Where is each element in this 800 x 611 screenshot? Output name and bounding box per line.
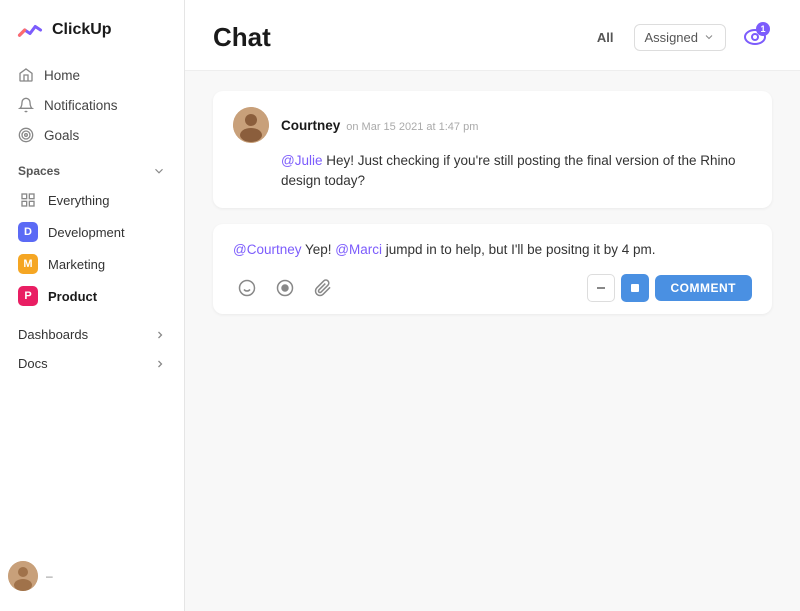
message-meta-1: Courtney on Mar 15 2021 at 1:47 pm bbox=[281, 118, 478, 133]
notification-count: 1 bbox=[756, 22, 770, 36]
chat-header: Chat All Assigned 1 bbox=[185, 0, 800, 71]
mention-julie: @Julie bbox=[281, 153, 322, 168]
sidebar-item-marketing[interactable]: M Marketing bbox=[8, 248, 176, 280]
record-button[interactable] bbox=[271, 274, 299, 302]
sidebar-item-development-label: Development bbox=[48, 225, 125, 240]
format-button-2[interactable] bbox=[621, 274, 649, 302]
record-icon bbox=[276, 279, 294, 297]
chat-area: Courtney on Mar 15 2021 at 1:47 pm @Juli… bbox=[185, 71, 800, 611]
message-timestamp-1: on Mar 15 2021 at 1:47 pm bbox=[346, 121, 478, 133]
logo-text: ClickUp bbox=[52, 21, 112, 39]
sidebar-item-everything-label: Everything bbox=[48, 193, 109, 208]
everything-icon bbox=[18, 190, 38, 210]
bell-icon bbox=[18, 97, 34, 113]
message-body-1: @Julie Hey! Just checking if you're stil… bbox=[281, 151, 752, 192]
sidebar-nav: Home Notifications Goals bbox=[0, 56, 184, 154]
reply-toolbar: COMMENT bbox=[233, 274, 752, 302]
attach-button[interactable] bbox=[309, 274, 337, 302]
emoji-button[interactable] bbox=[233, 274, 261, 302]
sidebar: ClickUp Home Notifications Goals Spaces … bbox=[0, 0, 185, 611]
reply-body: @Courtney Yep! @Marci jumpd in to help, … bbox=[233, 240, 752, 260]
development-icon: D bbox=[18, 222, 38, 242]
user-avatar bbox=[8, 561, 38, 591]
sidebar-item-everything[interactable]: Everything bbox=[8, 184, 176, 216]
main-content: Chat All Assigned 1 bbox=[185, 0, 800, 611]
filter-all-button[interactable]: All bbox=[589, 25, 622, 50]
courtney-avatar bbox=[233, 107, 269, 143]
spaces-header: Spaces bbox=[0, 154, 184, 184]
reply-text-2: jumpd in to help, but I'll be positng it… bbox=[386, 242, 656, 257]
mention-courtney: @Courtney bbox=[233, 242, 301, 257]
sidebar-item-product[interactable]: P Product bbox=[8, 280, 176, 312]
message-header-1: Courtney on Mar 15 2021 at 1:47 pm bbox=[233, 107, 752, 143]
sidebar-item-goals-label: Goals bbox=[44, 128, 79, 143]
user-menu-indicator: – bbox=[46, 569, 53, 583]
sidebar-item-marketing-label: Marketing bbox=[48, 257, 105, 272]
clickup-logo-icon bbox=[16, 16, 44, 44]
sidebar-item-dashboards[interactable]: Dashboards bbox=[8, 320, 176, 349]
toolbar-right: COMMENT bbox=[587, 274, 753, 302]
sidebar-item-docs[interactable]: Docs bbox=[8, 349, 176, 378]
sidebar-item-development[interactable]: D Development bbox=[8, 216, 176, 248]
dashboards-chevron-icon bbox=[154, 329, 166, 341]
sidebar-item-goals[interactable]: Goals bbox=[8, 120, 176, 150]
comment-button[interactable]: COMMENT bbox=[655, 275, 753, 301]
chevron-icon bbox=[152, 164, 166, 178]
docs-label: Docs bbox=[18, 356, 48, 371]
chat-header-controls: All Assigned 1 bbox=[589, 20, 772, 54]
paperclip-icon bbox=[314, 279, 332, 297]
spaces-label: Spaces bbox=[18, 164, 60, 178]
target-icon bbox=[18, 127, 34, 143]
emoji-icon bbox=[238, 279, 256, 297]
block-icon bbox=[630, 283, 640, 293]
filter-assigned-label: Assigned bbox=[645, 30, 698, 45]
sidebar-item-home[interactable]: Home bbox=[8, 60, 176, 90]
dashboards-label: Dashboards bbox=[18, 327, 88, 342]
sidebar-user[interactable]: – bbox=[0, 553, 184, 599]
chat-message-1: Courtney on Mar 15 2021 at 1:47 pm @Juli… bbox=[213, 91, 772, 208]
message-author-1: Courtney bbox=[281, 118, 340, 133]
format-button-1[interactable] bbox=[587, 274, 615, 302]
assigned-chevron-icon bbox=[703, 31, 715, 43]
user-avatar-img bbox=[8, 561, 38, 591]
reply-text-1: Yep! bbox=[305, 242, 335, 257]
sidebar-item-home-label: Home bbox=[44, 68, 80, 83]
filter-assigned-dropdown[interactable]: Assigned bbox=[634, 24, 726, 51]
message-text-1: Hey! Just checking if you're still posti… bbox=[281, 153, 736, 188]
sidebar-item-notifications[interactable]: Notifications bbox=[8, 90, 176, 120]
mention-marci: @Marci bbox=[335, 242, 382, 257]
docs-chevron-icon bbox=[154, 358, 166, 370]
toolbar-left bbox=[233, 274, 337, 302]
courtney-avatar-img bbox=[233, 107, 269, 143]
marketing-icon: M bbox=[18, 254, 38, 274]
sidebar-item-notifications-label: Notifications bbox=[44, 98, 118, 113]
product-icon: P bbox=[18, 286, 38, 306]
notification-badge-button[interactable]: 1 bbox=[738, 20, 772, 54]
reply-card: @Courtney Yep! @Marci jumpd in to help, … bbox=[213, 224, 772, 314]
sidebar-item-product-label: Product bbox=[48, 289, 97, 304]
chat-title: Chat bbox=[213, 22, 271, 53]
dash-icon bbox=[596, 283, 606, 293]
home-icon bbox=[18, 67, 34, 83]
logo[interactable]: ClickUp bbox=[0, 0, 184, 56]
